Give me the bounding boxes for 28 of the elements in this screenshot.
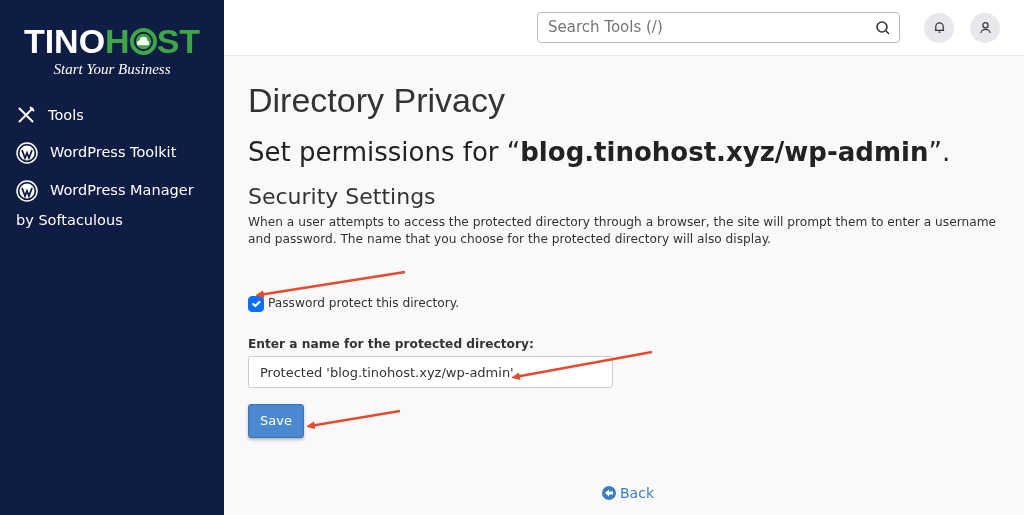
- wordpress-icon: [16, 180, 38, 203]
- notifications-button[interactable]: [924, 12, 954, 43]
- cloud-icon: [129, 27, 157, 55]
- page-subtitle: Set permissions for “blog.tinohost.xyz/wp-admin”.: [248, 136, 952, 168]
- description-text: When a user attempts to access the protected directory through a browser, the site will prompt them to enter a username and password. The name that you choose for the protected directory will also display.: [248, 214, 997, 248]
- page-title: Directory Privacy: [248, 80, 506, 121]
- section-title: Security Settings: [248, 184, 437, 211]
- checkbox[interactable]: [248, 295, 264, 312]
- sidebar-item[interactable]: WordPress Toolkit: [16, 142, 208, 165]
- search-field[interactable]: Search Tools (/): [546, 15, 875, 40]
- sidebar-item[interactable]: WordPress Manager: [16, 180, 208, 203]
- account-button[interactable]: [970, 12, 1000, 43]
- sidebar-item[interactable]: Tools: [16, 104, 208, 127]
- search-box[interactable]: Search Tools (/): [537, 12, 900, 43]
- back-arrow-icon: [602, 486, 616, 500]
- person-icon: [978, 21, 992, 34]
- checkbox-label: Password protect this directory.: [268, 295, 460, 312]
- logo-text: H ST: [105, 24, 201, 58]
- field-label: Enter a name for the protected directory:: [248, 335, 535, 353]
- search-icon[interactable]: [875, 19, 891, 36]
- logo-text: TINO: [23, 24, 106, 58]
- back-link[interactable]: Back: [602, 482, 654, 504]
- save-button[interactable]: Save: [248, 404, 304, 438]
- wordpress-icon: [16, 142, 38, 165]
- name-field[interactable]: Protected 'blog.tinohost.xyz/wp-admin': [248, 356, 613, 389]
- logo-tagline: Start Your Business: [52, 60, 172, 79]
- sidebar-item-subtitle: by Softaculous: [16, 211, 124, 231]
- bell-icon: [932, 21, 946, 34]
